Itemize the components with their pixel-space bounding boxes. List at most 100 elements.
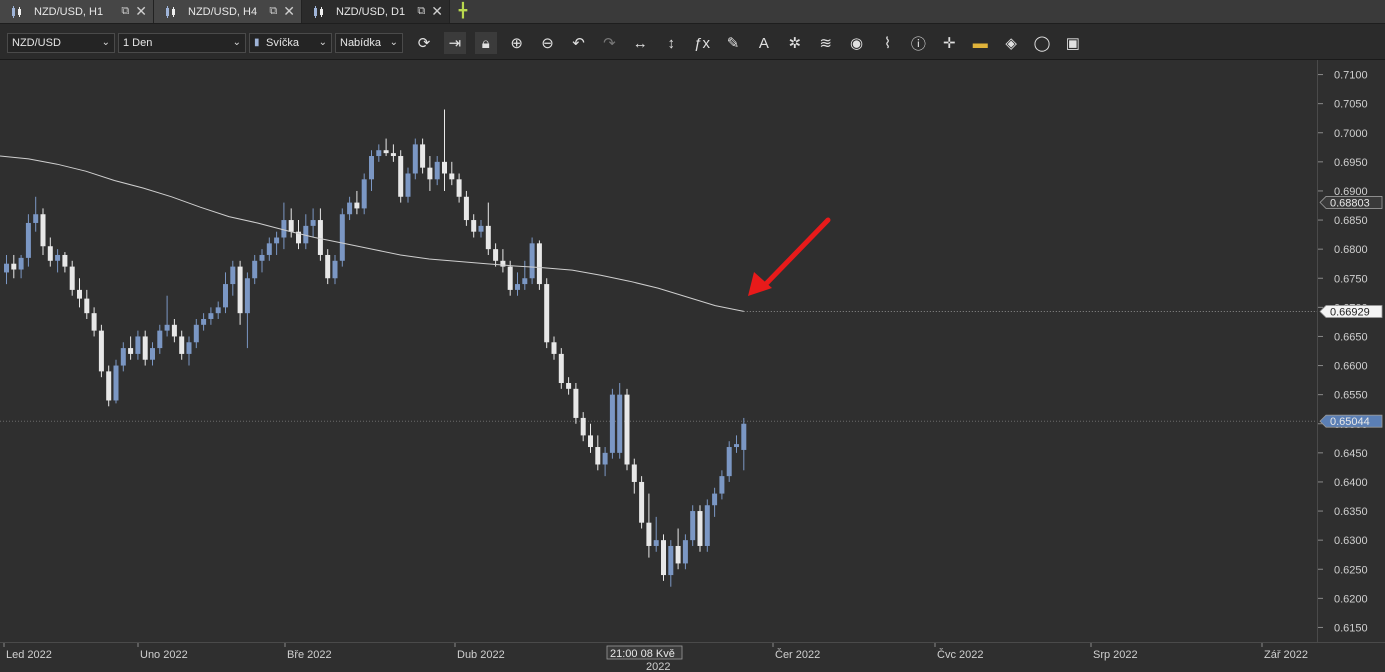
candle-body [566,383,572,389]
candle-body [558,353,564,384]
price-chart[interactable] [0,60,1317,642]
candle [595,435,601,471]
chart-type-select-value: Svíčka [266,37,300,49]
candle [580,412,586,442]
candle-body [230,266,236,285]
candle-body [427,167,433,180]
undo-icon[interactable]: ↶ [568,32,590,54]
save-icon[interactable]: ▣ [1062,32,1084,54]
vertical-resize-icon[interactable]: ↕ [660,32,682,54]
candle-body [449,173,455,180]
candle [427,156,433,191]
tab-label: NZD/USD, H1 [34,5,104,18]
timeframe-select[interactable]: 1 Den ⌄ [118,33,246,53]
candle [646,493,652,558]
candle [223,272,228,314]
candle [128,336,134,360]
candle [449,161,455,186]
candle-body [420,144,426,168]
candle-body [157,330,163,349]
candle [215,301,221,319]
candle-body [515,284,520,290]
candle-body [11,263,17,270]
candle-body [376,150,382,157]
fill-bucket-icon[interactable]: ◈ [1000,32,1022,54]
new-chart-tab-icon[interactable]: ╋ [452,2,474,20]
tab-label: NZD/USD, D1 [336,5,406,18]
candle-body [179,336,185,354]
y-tick-label: 0.6200 [1334,593,1368,605]
horizontal-resize-icon[interactable]: ↔ [629,32,651,54]
candle-body [719,476,725,494]
chevron-down-icon: ⌄ [389,37,398,48]
popout-icon[interactable]: ⧉ [121,5,129,18]
popout-icon[interactable]: ⧉ [269,5,277,18]
lock-icon[interactable]: 🔒︎ [474,32,497,54]
candle [668,540,674,587]
pattern-icon[interactable]: ⌇ [877,32,899,54]
candle [398,150,404,203]
candle [237,260,243,325]
candle [317,208,323,261]
candle [33,196,39,232]
eye-icon[interactable]: ◉ [846,32,868,54]
candle-body [690,511,696,541]
circle-icon[interactable]: ◯ [1031,32,1053,54]
pencil-draw-icon[interactable]: ✎ [722,32,744,54]
candlestick-icon: ▮ [254,37,260,48]
candle-body [69,266,75,290]
candle-body [661,540,666,576]
autoscroll-icon[interactable]: ⇥ [443,32,466,54]
tab-nzdusd-h1[interactable]: NZD/USD, H1 ⧉ ✕ [0,0,154,23]
close-icon[interactable]: ✕ [135,3,147,20]
price-tag: 0.68803 [1319,196,1383,209]
candle [369,150,374,191]
redo-icon[interactable]: ↷ [598,32,620,54]
symbol-select[interactable]: NZD/USD ⌄ [7,33,115,53]
candle [142,330,148,366]
candle [193,318,199,349]
y-tick-label: 0.6150 [1334,622,1368,634]
y-tick-label: 0.6300 [1334,535,1368,547]
candle-body [164,324,170,331]
candle-body [573,388,579,418]
crosshair-icon[interactable]: ✛ [938,32,960,54]
price-side-select[interactable]: Nabídka ⌄ [335,33,403,53]
candle-body [325,254,331,279]
candle-body [361,179,367,209]
tab-bar: NZD/USD, H1 ⧉ ✕ NZD/USD, H4 ⧉ ✕ NZD/USD,… [0,0,1385,24]
zoom-in-icon[interactable]: ⊕ [506,32,528,54]
indicators-fx-icon[interactable]: ƒx [691,32,713,54]
candle [157,324,163,354]
price-axis[interactable]: 0.71000.70500.70000.69500.69000.68500.68… [1317,60,1385,642]
color-bar-icon[interactable]: ▬ [969,32,991,54]
candle-body [310,220,316,226]
zoom-out-icon[interactable]: ⊖ [537,32,559,54]
candle [18,254,24,279]
candle [682,534,688,570]
crosshair-tools-icon[interactable]: ✲ [784,32,806,54]
candle-body [412,144,418,174]
candle [230,260,236,296]
close-icon[interactable]: ✕ [431,3,443,20]
candle-body [646,522,652,546]
refresh-icon[interactable]: ⟳ [413,32,435,54]
info-icon[interactable]: ⓘ [907,32,929,54]
candle [588,423,593,453]
tab-nzdusd-h4[interactable]: NZD/USD, H4 ⧉ ✕ [154,0,302,23]
chart-type-select[interactable]: ▮ Svíčka ⌄ [249,33,332,53]
layers-icon[interactable]: ≋ [815,32,837,54]
time-axis[interactable]: Led 2022 Uno 2022 Bře 2022 Dub 2022 Čer 2022… [0,642,1385,672]
tab-nzdusd-d1[interactable]: NZD/USD, D1 ⧉ ✕ [302,0,450,23]
y-tick-label: 0.6650 [1334,331,1368,343]
popout-icon[interactable]: ⧉ [417,5,425,18]
close-icon[interactable]: ✕ [283,3,295,20]
candle [500,249,506,273]
candle-body [223,284,228,308]
candle-body [624,394,630,465]
candle [661,534,666,581]
candle [456,173,462,203]
text-tool-icon[interactable]: A [753,32,775,54]
candle [62,252,68,273]
arrow-shaft [759,217,831,291]
